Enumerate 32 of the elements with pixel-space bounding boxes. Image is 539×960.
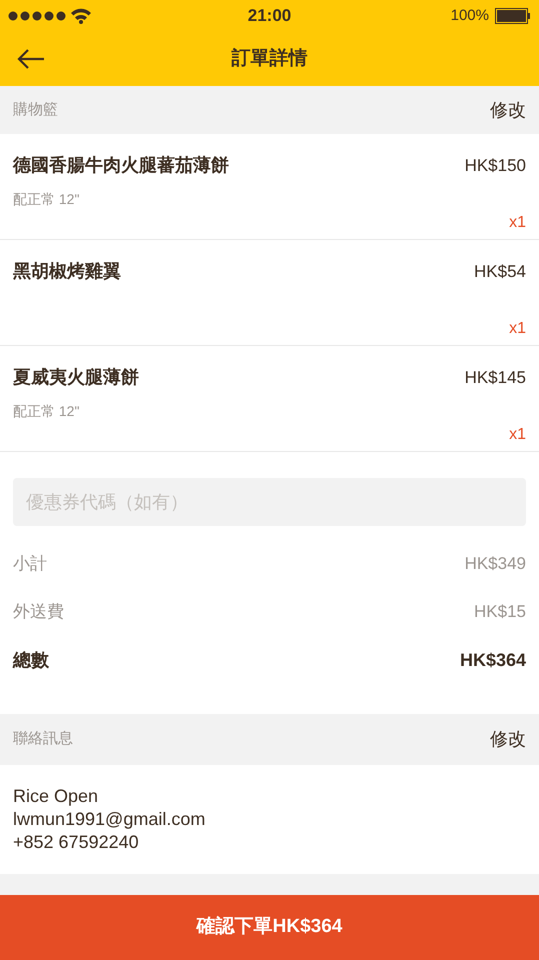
wifi-icon (70, 8, 92, 24)
item-name: 黑胡椒烤雞翼 (13, 260, 121, 283)
contact-line: +852 67592240 (13, 831, 140, 854)
summary-label: 總數 (13, 648, 49, 672)
summary-value: HK$349 (464, 553, 526, 576)
back-arrow-icon (17, 49, 45, 69)
item-name: 夏威夷火腿薄餅 (13, 366, 139, 389)
item-quantity: x1 (509, 319, 526, 339)
battery-percent: 100% (450, 6, 489, 26)
status-time: 21:00 (248, 5, 292, 28)
summary-value: HK$364 (460, 648, 526, 672)
item-option: 配正常 12" (13, 189, 80, 211)
summary-value: HK$15 (474, 601, 526, 624)
summary-label: 小計 (13, 553, 47, 576)
item-price: HK$150 (464, 154, 526, 177)
page-title: 訂單詳情 (232, 46, 308, 71)
item-quantity: x1 (509, 425, 526, 445)
contact-line: Rice Open (13, 785, 100, 808)
summary-label: 外送費 (13, 601, 64, 624)
edit-link[interactable]: 修改 (490, 96, 526, 124)
contact-line: lwmun1991@gmail.com (13, 808, 206, 831)
edit-link[interactable]: 修改 (490, 726, 526, 753)
item-name: 德國香腸牛肉火腿蕃茄薄餅 (13, 154, 229, 177)
item-quantity: x1 (509, 213, 526, 233)
signal-icon (8, 11, 66, 21)
section-header: 聯絡訊息 (13, 729, 73, 750)
item-price: HK$54 (474, 260, 526, 283)
item-option: 配正常 12" (13, 401, 80, 423)
section-header: 購物籃 (13, 100, 58, 120)
battery-icon (494, 8, 531, 24)
item-price: HK$145 (464, 366, 526, 389)
confirm-order-button[interactable]: 確認下單HK$364 (0, 895, 539, 960)
